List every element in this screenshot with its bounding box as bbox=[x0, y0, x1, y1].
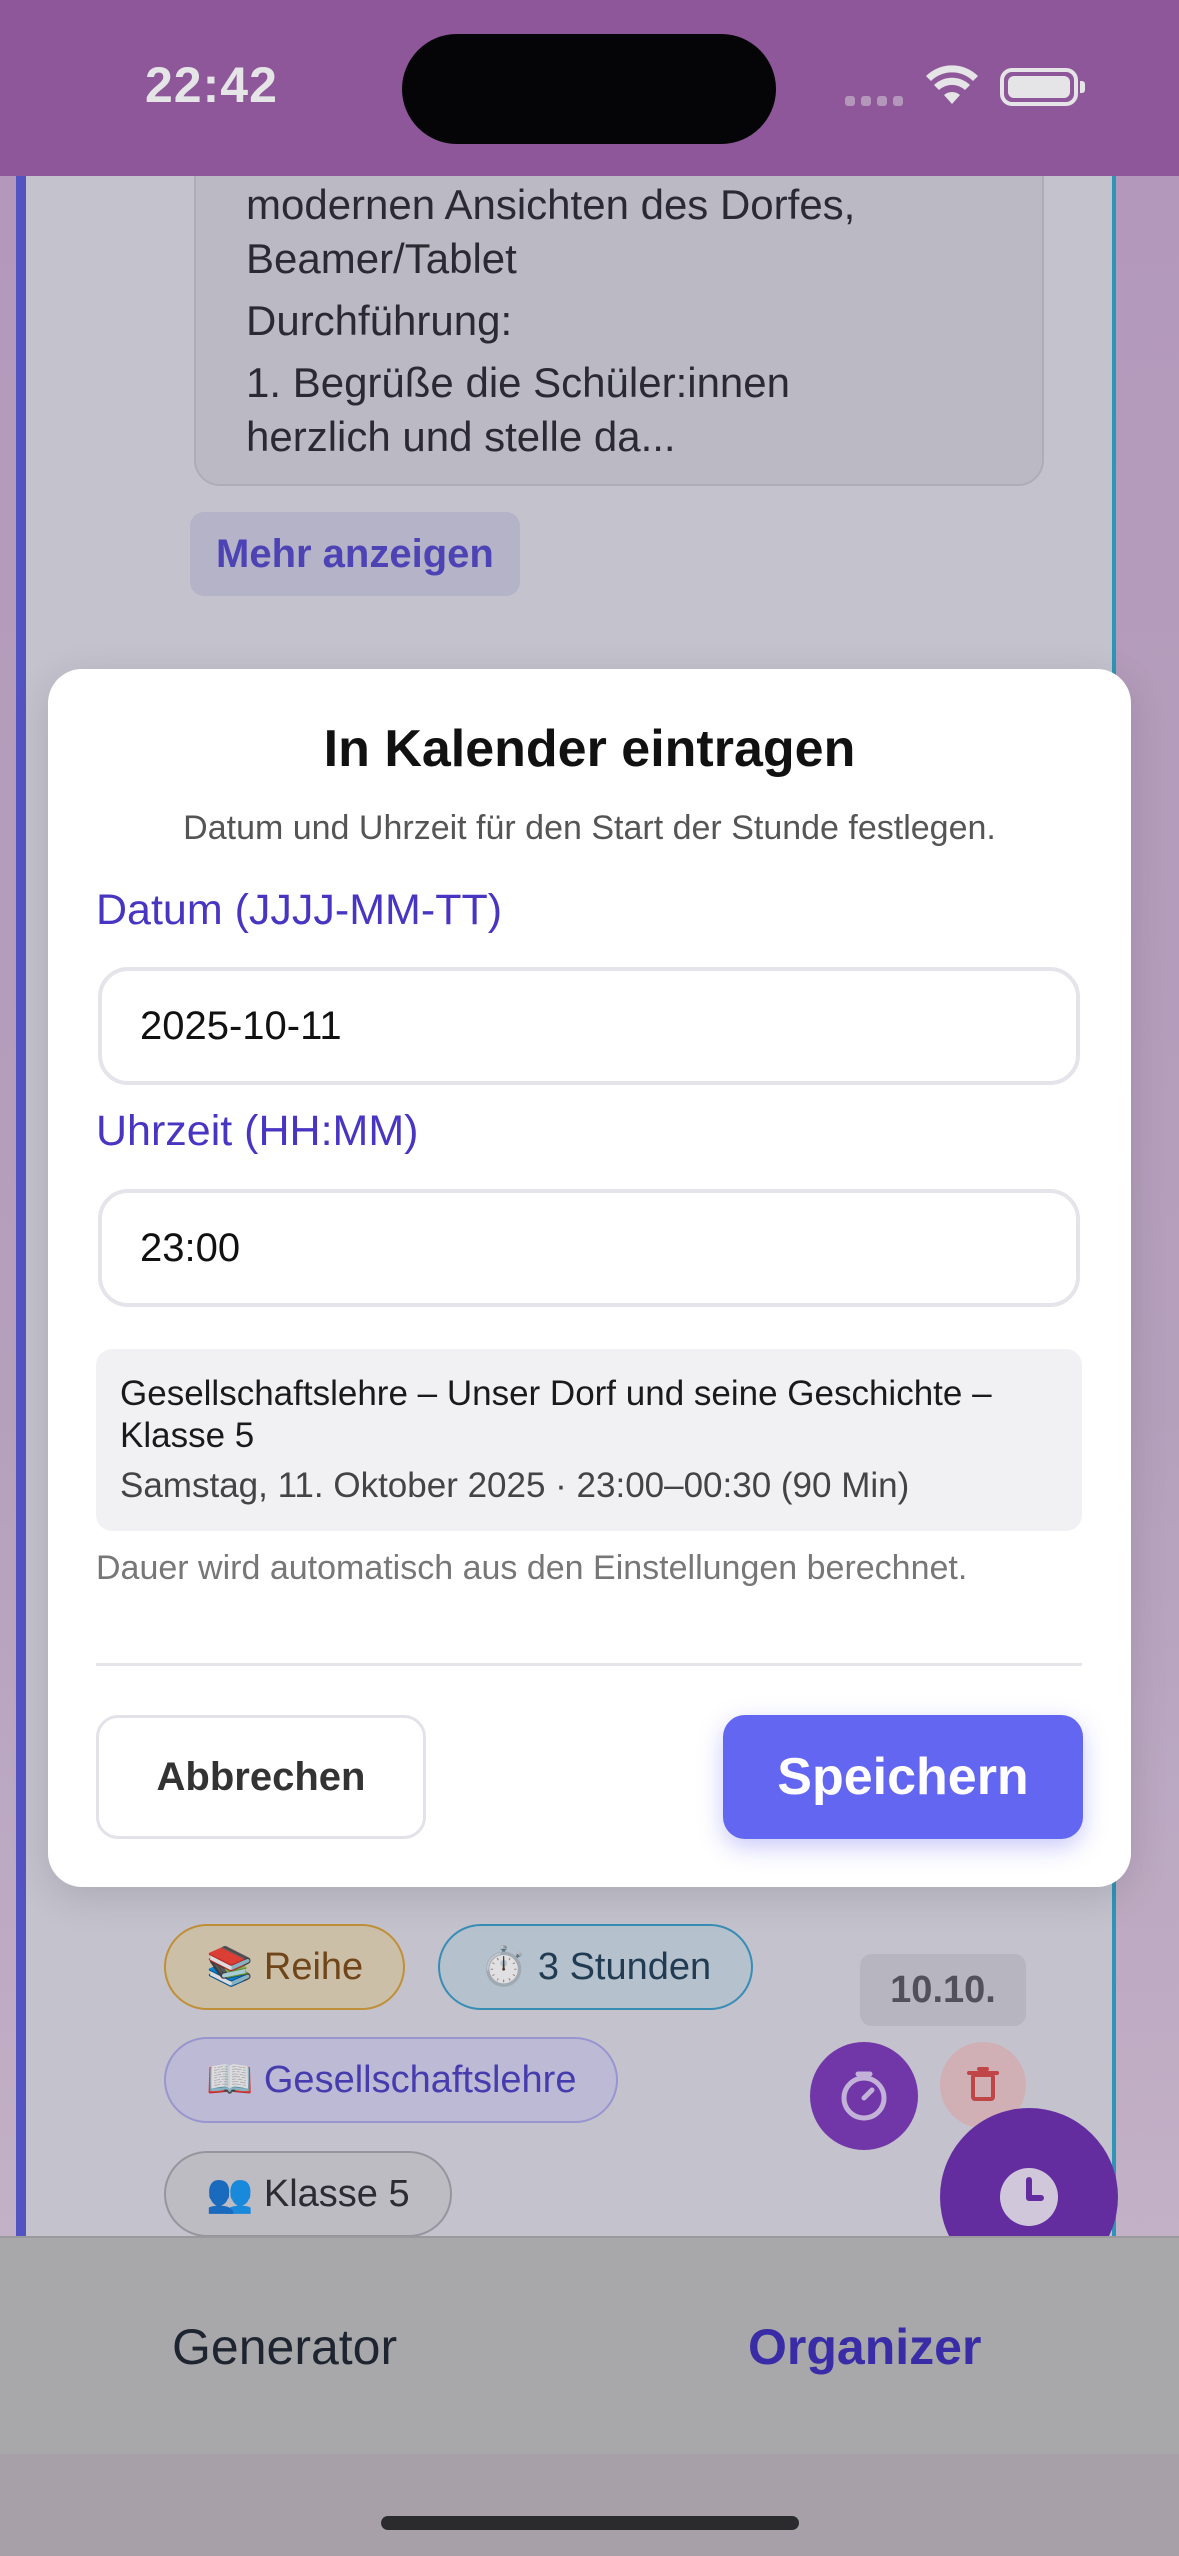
summary-datetime: Samstag, 11. Oktober 2025 · 23:00–00:30 … bbox=[120, 1466, 910, 1505]
home-indicator[interactable] bbox=[381, 2516, 799, 2530]
save-button[interactable]: Speichern bbox=[723, 1715, 1083, 1839]
cancel-button[interactable]: Abbrechen bbox=[96, 1715, 426, 1839]
duration-note: Dauer wird automatisch aus den Einstellu… bbox=[96, 1549, 968, 1587]
bottom-tab-bar: Generator Organizer bbox=[0, 2236, 1179, 2454]
date-label: Datum (JJJJ-MM-TT) bbox=[96, 886, 503, 934]
tab-generator[interactable]: Generator bbox=[172, 2318, 397, 2376]
divider bbox=[96, 1663, 1082, 1666]
calendar-dialog: In Kalender eintragen Datum und Uhrzeit … bbox=[48, 669, 1131, 1887]
time-label: Uhrzeit (HH:MM) bbox=[96, 1107, 419, 1155]
time-field[interactable] bbox=[98, 1189, 1080, 1307]
event-summary: Gesellschaftslehre – Unser Dorf und sein… bbox=[96, 1349, 1082, 1531]
dialog-subtitle: Datum und Uhrzeit für den Start der Stun… bbox=[183, 809, 996, 847]
date-field[interactable] bbox=[98, 967, 1080, 1085]
dialog-title: In Kalender eintragen bbox=[323, 720, 856, 778]
home-indicator-area bbox=[0, 2454, 1179, 2556]
tab-organizer[interactable]: Organizer bbox=[748, 2318, 981, 2376]
summary-title: Gesellschaftslehre – Unser Dorf und sein… bbox=[120, 1374, 992, 1455]
